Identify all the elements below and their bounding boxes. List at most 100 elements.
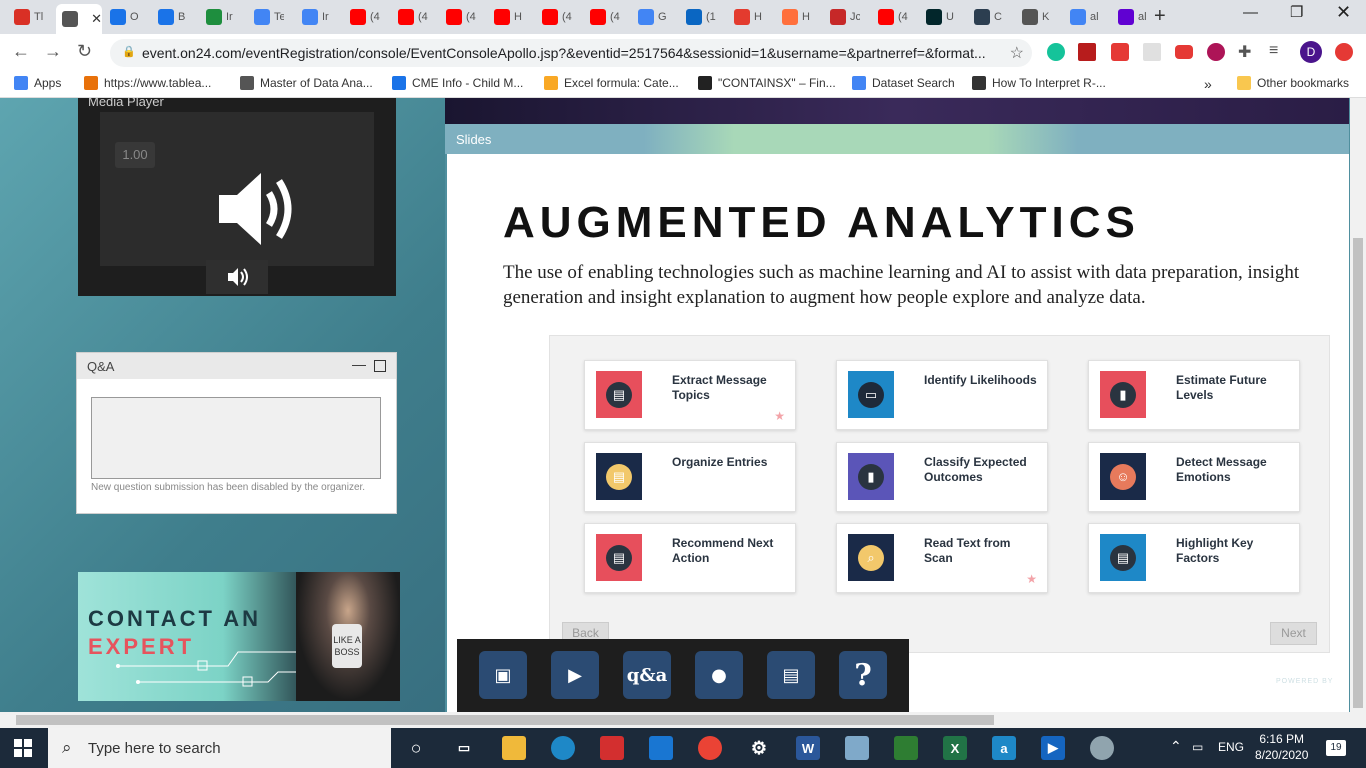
youtube-extension-icon[interactable] bbox=[1175, 45, 1193, 59]
grammarly-extension-icon[interactable] bbox=[1047, 43, 1065, 61]
browser-tab[interactable]: K bbox=[1016, 5, 1062, 29]
language-indicator[interactable]: ENG bbox=[1218, 740, 1244, 754]
question-input[interactable] bbox=[91, 397, 381, 479]
forward-arrow-icon[interactable]: → bbox=[44, 41, 62, 62]
browser-tab[interactable]: (4 bbox=[872, 5, 918, 29]
system-clock[interactable]: 6:16 PM 8/20/2020 bbox=[1255, 731, 1308, 763]
notification-badge[interactable]: 19 bbox=[1326, 740, 1346, 756]
browser-tab[interactable]: Jc bbox=[824, 5, 870, 29]
windows-start-icon[interactable] bbox=[14, 739, 32, 757]
capability-card[interactable]: ▭ Identify Likelihoods bbox=[836, 360, 1048, 430]
network-icon[interactable]: ▭ bbox=[1192, 740, 1203, 754]
amazon-icon[interactable]: a bbox=[992, 736, 1016, 760]
contact-expert-banner[interactable]: CONTACT AN EXPERT LIKE A BOSS bbox=[78, 572, 400, 701]
word-icon[interactable]: W bbox=[796, 736, 820, 760]
browser-tab[interactable]: H bbox=[776, 5, 822, 29]
bookmarks-more-button[interactable]: » bbox=[1204, 76, 1212, 92]
task-view-icon[interactable]: ▭ bbox=[452, 736, 476, 760]
video-area[interactable]: 1.00 bbox=[100, 112, 374, 266]
browser-tab[interactable]: U bbox=[920, 5, 966, 29]
bookmark-item[interactable]: Apps bbox=[14, 76, 61, 90]
taskbar-search[interactable]: ⌕ Type here to search bbox=[48, 728, 391, 768]
browser-tab[interactable]: Te bbox=[248, 5, 294, 29]
browser-tab[interactable]: H bbox=[728, 5, 774, 29]
gift-app-icon[interactable] bbox=[600, 736, 624, 760]
bookmark-item[interactable]: "CONTAINSX" – Fin... bbox=[698, 76, 836, 90]
browser-tab[interactable]: Ir bbox=[296, 5, 342, 29]
browser-tab[interactable]: B bbox=[152, 5, 198, 29]
url-text[interactable]: event.on24.com/eventRegistration/console… bbox=[142, 45, 986, 61]
horizontal-scroll-thumb[interactable] bbox=[16, 715, 994, 725]
browser-tab[interactable]: Tl bbox=[8, 5, 54, 29]
help-dock-button[interactable]: ? bbox=[839, 651, 887, 699]
browser-tab[interactable]: O bbox=[104, 5, 150, 29]
capability-card[interactable]: ▮ Estimate Future Levels bbox=[1088, 360, 1300, 430]
browser-tab[interactable]: al bbox=[1064, 5, 1110, 29]
browser-tab[interactable]: (1 bbox=[680, 5, 726, 29]
bookmark-item[interactable]: https://www.tablea... bbox=[84, 76, 211, 90]
capability-card[interactable]: ▤ Extract Message Topics ★ bbox=[584, 360, 796, 430]
browser-tab[interactable]: al bbox=[1112, 5, 1158, 29]
back-arrow-icon[interactable]: ← bbox=[12, 41, 30, 62]
other-bookmarks[interactable]: Other bookmarks bbox=[1237, 76, 1349, 90]
bookmark-item[interactable]: Excel formula: Cate... bbox=[544, 76, 679, 90]
store-icon[interactable] bbox=[649, 736, 673, 760]
chrome-icon[interactable] bbox=[698, 736, 722, 760]
pocket-extension-icon[interactable] bbox=[1111, 43, 1129, 61]
maximize-button[interactable]: ❐ bbox=[1290, 3, 1303, 21]
tray-overflow-icon[interactable]: ⌃ bbox=[1170, 738, 1182, 755]
browser-tab[interactable]: Ir bbox=[200, 5, 246, 29]
update-icon[interactable] bbox=[1335, 43, 1353, 61]
capability-card[interactable]: ▮ Classify Expected Outcomes bbox=[836, 442, 1048, 512]
profile-avatar[interactable]: D bbox=[1300, 41, 1322, 63]
capability-card[interactable]: ▤ Recommend Next Action bbox=[584, 523, 796, 593]
qa-dock-button[interactable]: q&a bbox=[623, 651, 671, 699]
close-tab-icon[interactable]: ✕ bbox=[91, 11, 102, 27]
media-dock-button[interactable]: ▶ bbox=[551, 651, 599, 699]
browser-tab[interactable]: C bbox=[968, 5, 1014, 29]
capability-card[interactable]: ☺ Detect Message Emotions bbox=[1088, 442, 1300, 512]
capability-card[interactable]: ▤ Highlight Key Factors bbox=[1088, 523, 1300, 593]
speaker-dock-button[interactable]: ● bbox=[695, 651, 743, 699]
new-tab-button[interactable]: + bbox=[1154, 5, 1166, 28]
bookmark-item[interactable]: Dataset Search bbox=[852, 76, 955, 90]
vertical-scrollbar[interactable] bbox=[1350, 98, 1366, 712]
extensions-puzzle-icon[interactable]: ✚ bbox=[1238, 42, 1251, 62]
bookmark-item[interactable]: CME Info - Child M... bbox=[392, 76, 523, 90]
bookmark-star-icon[interactable]: ☆ bbox=[1010, 43, 1024, 63]
excel-icon[interactable]: X bbox=[943, 736, 967, 760]
browser-tab[interactable]: (4 bbox=[392, 5, 438, 29]
notepad-icon[interactable] bbox=[845, 736, 869, 760]
extension-icon[interactable] bbox=[1143, 43, 1161, 61]
horizontal-scrollbar[interactable] bbox=[0, 712, 1366, 728]
app-icon[interactable] bbox=[894, 736, 918, 760]
browser-tab[interactable]: G bbox=[632, 5, 678, 29]
bookmark-item[interactable]: How To Interpret R-... bbox=[972, 76, 1106, 90]
file-explorer-icon[interactable] bbox=[502, 736, 526, 760]
maximize-icon[interactable] bbox=[374, 360, 386, 372]
next-button[interactable]: Next bbox=[1270, 622, 1317, 645]
browser-tab[interactable]: (4 bbox=[584, 5, 630, 29]
acrobat-extension-icon[interactable] bbox=[1078, 43, 1096, 61]
omnibox[interactable]: 🔒 event.on24.com/eventRegistration/conso… bbox=[110, 39, 1032, 67]
resources-dock-button[interactable]: ▤ bbox=[767, 651, 815, 699]
close-window-button[interactable]: ✕ bbox=[1336, 2, 1351, 23]
vertical-scroll-thumb[interactable] bbox=[1353, 238, 1363, 708]
settings-icon[interactable]: ⚙ bbox=[747, 736, 771, 760]
video-app-icon[interactable]: ▶ bbox=[1041, 736, 1065, 760]
browser-tab[interactable]: (4 bbox=[440, 5, 486, 29]
capability-card[interactable]: ⌕ Read Text from Scan ★ bbox=[836, 523, 1048, 593]
minimize-icon[interactable]: — bbox=[352, 356, 366, 372]
browser-tab[interactable]: (4 bbox=[536, 5, 582, 29]
paint-icon[interactable] bbox=[1090, 736, 1114, 760]
download-extension-icon[interactable] bbox=[1207, 43, 1225, 61]
minimize-button[interactable]: — bbox=[1243, 4, 1258, 21]
capability-card[interactable]: ▤ Organize Entries bbox=[584, 442, 796, 512]
playback-speed[interactable]: 1.00 bbox=[115, 142, 155, 168]
volume-button[interactable] bbox=[206, 260, 268, 294]
reload-icon[interactable]: ↻ bbox=[77, 41, 92, 62]
bookmark-item[interactable]: Master of Data Ana... bbox=[240, 76, 373, 90]
browser-tab[interactable]: H bbox=[488, 5, 534, 29]
browser-tab[interactable]: (4 bbox=[344, 5, 390, 29]
slides-dock-button[interactable]: ▣ bbox=[479, 651, 527, 699]
